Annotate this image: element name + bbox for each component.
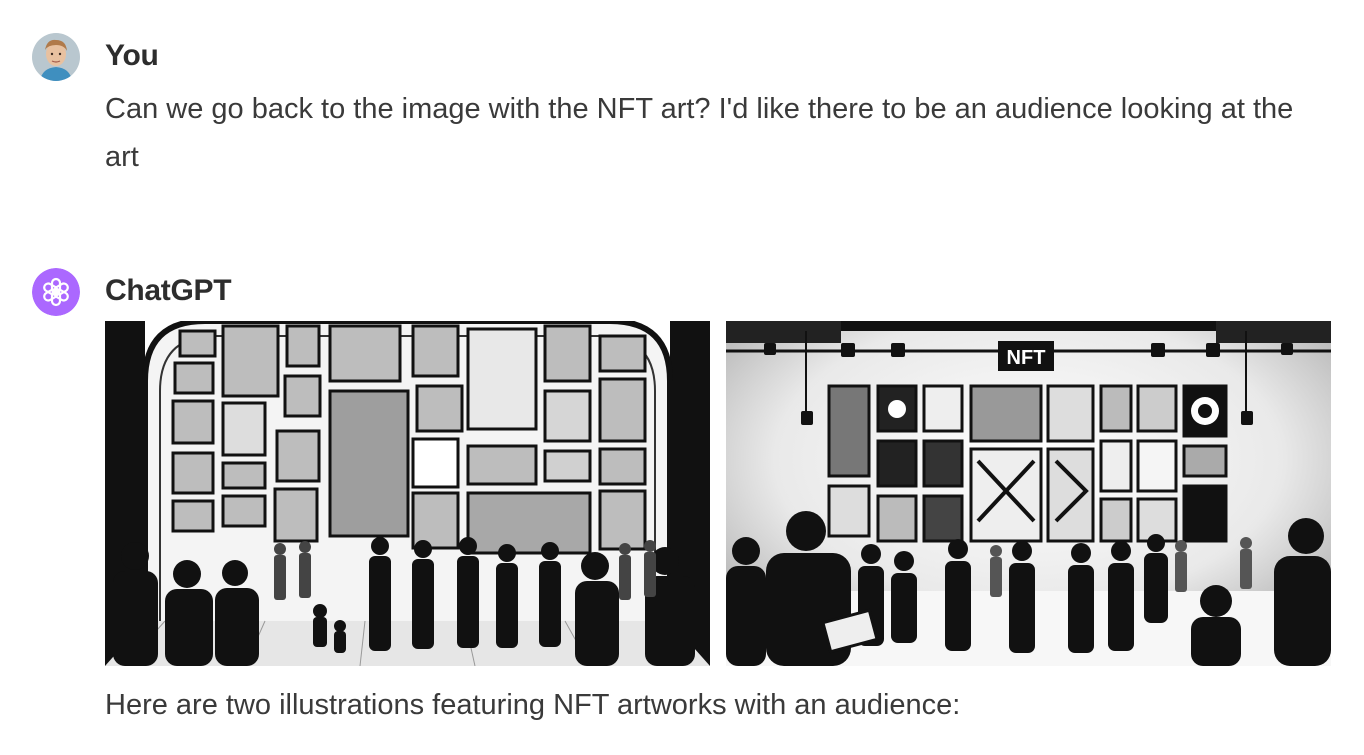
assistant-message-text: Here are two illustrations featuring NFT…: [105, 689, 961, 721]
generated-image-1[interactable]: [105, 321, 710, 666]
user-author-name: You: [105, 39, 159, 72]
gallery-illustration-1: [105, 321, 710, 666]
openai-logo-icon: [32, 268, 80, 316]
generated-images: NFT: [105, 321, 1331, 666]
user-photo-avatar-icon: [32, 33, 80, 81]
generated-image-2[interactable]: NFT: [726, 321, 1331, 666]
gallery-illustration-2: NFT: [726, 321, 1331, 666]
assistant-avatar: [32, 268, 80, 316]
assistant-author-name: ChatGPT: [105, 274, 232, 307]
user-avatar[interactable]: [32, 33, 80, 81]
nft-sign-label: NFT: [1007, 347, 1046, 369]
user-message-text: Can we go back to the image with the NFT…: [105, 93, 1294, 173]
